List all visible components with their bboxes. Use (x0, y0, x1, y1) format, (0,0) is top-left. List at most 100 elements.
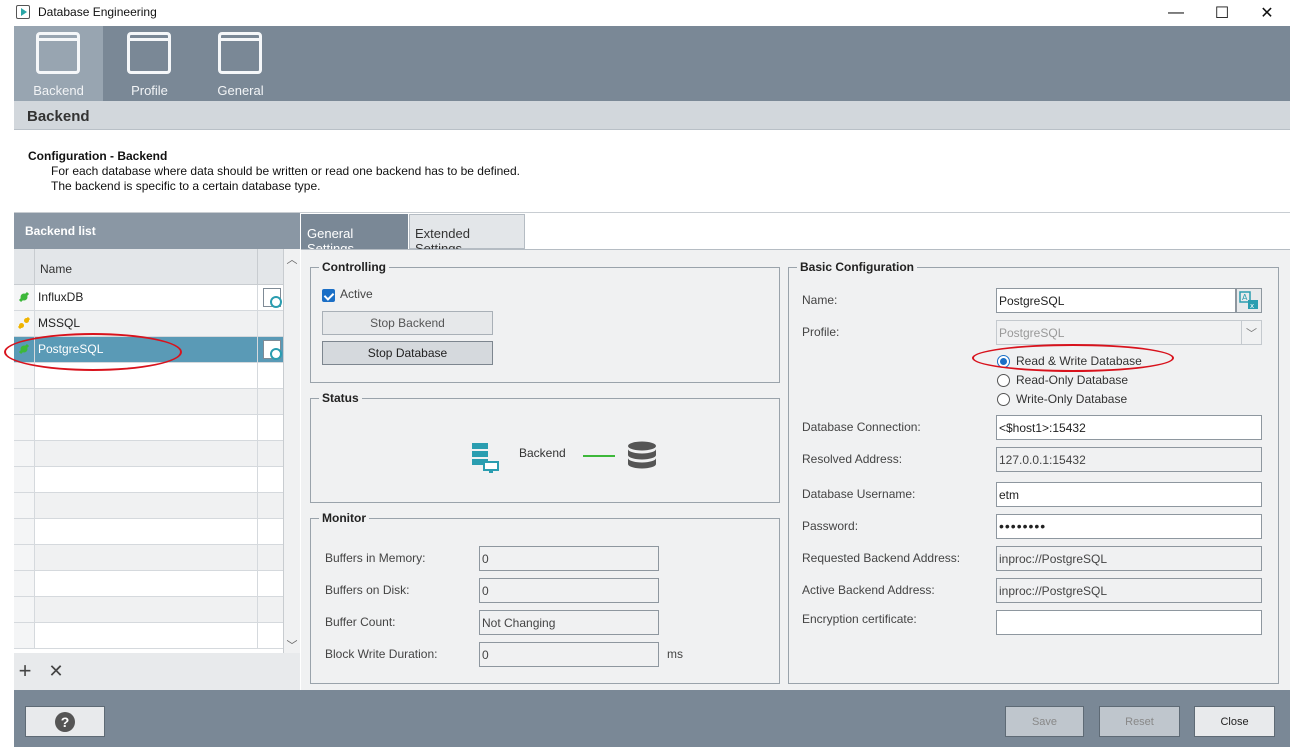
block-write-field: 0 (479, 642, 659, 667)
chevron-down-icon[interactable]: ﹀ (284, 637, 300, 652)
profile-select[interactable]: PostgreSQL ﹀ (996, 320, 1262, 345)
name-field[interactable]: PostgreSQL (996, 288, 1236, 313)
buffers-disk-label: Buffers on Disk: (325, 583, 410, 597)
write-only-radio[interactable] (997, 393, 1010, 406)
toolbar: Backend Profile General (14, 26, 1290, 101)
save-button[interactable]: Save (1005, 706, 1084, 737)
title-bar: Database Engineering — ☐ ✕ (0, 0, 1293, 26)
group-title: Status (319, 391, 362, 405)
buffer-count-field: Not Changing (479, 610, 659, 635)
config-cell[interactable] (259, 337, 283, 362)
toolbar-profile[interactable]: Profile (105, 26, 194, 101)
encryption-cert-label: Encryption certificate: (802, 612, 917, 626)
description-title: Configuration - Backend (28, 149, 168, 163)
write-only-label: Write-Only Database (1016, 392, 1128, 406)
monitor-group: Monitor Buffers in Memory: 0 Buffers on … (310, 511, 780, 684)
toolbar-profile-label: Profile (131, 83, 168, 98)
active-checkbox[interactable] (322, 289, 335, 302)
read-only-radio[interactable] (997, 374, 1010, 387)
table-row-empty (14, 597, 283, 623)
toolbar-backend-label: Backend (33, 83, 84, 98)
db-connection-field[interactable]: <$host1>:15432 (996, 415, 1262, 440)
table-header: Name (14, 249, 283, 285)
active-backend-field: inproc://PostgreSQL (996, 578, 1262, 603)
buffers-memory-label: Buffers in Memory: (325, 551, 426, 565)
toolbar-general-label: General (217, 83, 264, 98)
table-row-empty (14, 467, 283, 493)
status-group: Status Backend (310, 391, 780, 503)
config-cell (259, 311, 283, 336)
vertical-scrollbar[interactable]: ︿ ﹀ (284, 249, 300, 653)
buffer-count-label: Buffer Count: (325, 615, 396, 629)
window-title: Database Engineering (38, 5, 157, 19)
remove-backend-button[interactable]: ✕ (46, 661, 66, 681)
add-backend-button[interactable]: + (15, 660, 35, 682)
plug-connected-icon (18, 291, 30, 303)
db-username-field[interactable]: etm (996, 482, 1262, 507)
group-title: Controlling (319, 260, 389, 274)
table-row-empty (14, 493, 283, 519)
buffers-disk-field: 0 (479, 578, 659, 603)
toolbar-backend[interactable]: Backend (14, 26, 103, 101)
settings-content: Controlling Active Stop Backend Stop Dat… (301, 249, 1290, 690)
requested-backend-label: Requested Backend Address: (802, 551, 961, 565)
resolved-address-field: 127.0.0.1:15432 (996, 447, 1262, 472)
status-cell (14, 311, 35, 336)
db-connection-label: Database Connection: (802, 420, 921, 434)
encryption-cert-field[interactable] (996, 610, 1262, 635)
chevron-up-icon[interactable]: ︿ (284, 251, 300, 266)
minimize-button[interactable]: — (1153, 0, 1199, 26)
stop-database-button[interactable]: Stop Database (322, 341, 493, 365)
translate-button[interactable]: Ax (1236, 288, 1262, 313)
plug-disconnected-icon (18, 317, 30, 329)
close-button[interactable]: Close (1194, 706, 1275, 737)
table-row[interactable]: InfluxDB (14, 285, 283, 311)
active-backend-label: Active Backend Address: (802, 583, 935, 597)
backend-list-header: Backend list (14, 213, 300, 249)
read-only-label: Read-Only Database (1016, 373, 1129, 387)
window-icon (36, 32, 80, 74)
table-row-empty (14, 545, 283, 571)
tab-general-settings[interactable]: General Settings (301, 214, 408, 256)
database-icon (628, 441, 656, 469)
description-line: The backend is specific to a certain dat… (51, 179, 321, 193)
list-footer: + ✕ (14, 653, 300, 690)
server-icon (472, 443, 499, 473)
bottom-bar: ? Save Reset Close (14, 690, 1290, 747)
header-spacer (14, 249, 35, 285)
help-button[interactable]: ? (25, 706, 105, 737)
group-title: Monitor (319, 511, 369, 525)
svg-text:x: x (1250, 302, 1254, 310)
profile-value: PostgreSQL (999, 326, 1065, 340)
buffers-memory-field: 0 (479, 546, 659, 571)
config-cell[interactable] (259, 285, 283, 310)
table-row[interactable]: MSSQL (14, 311, 283, 337)
app-icon (16, 5, 30, 19)
description-line: For each database where data should be w… (51, 164, 520, 178)
active-label: Active (340, 287, 373, 301)
section-title: Backend (27, 108, 90, 125)
stop-backend-button[interactable]: Stop Backend (322, 311, 493, 335)
table-row-empty (14, 623, 283, 649)
column-header-name[interactable]: Name (36, 249, 258, 285)
highlight-ellipse (4, 333, 182, 371)
certificate-icon (263, 340, 282, 360)
group-title: Basic Configuration (797, 260, 918, 274)
password-field[interactable]: •••••••• (996, 514, 1262, 539)
backend-table: Name InfluxDB MSSQL PostgreSQL (14, 249, 284, 653)
close-window-button[interactable]: ✕ (1244, 0, 1290, 26)
settings-tabs: General Settings Extended Settings (301, 213, 1290, 256)
svg-text:A: A (1242, 293, 1248, 302)
window-icon (127, 32, 171, 74)
tab-extended-settings[interactable]: Extended Settings (409, 214, 525, 256)
reset-button[interactable]: Reset (1099, 706, 1180, 737)
certificate-icon (263, 288, 282, 308)
maximize-button[interactable]: ☐ (1199, 0, 1245, 26)
window-icon (218, 32, 262, 74)
toolbar-general[interactable]: General (196, 26, 285, 101)
status-cell (14, 285, 35, 310)
backend-name: MSSQL (36, 311, 258, 336)
password-label: Password: (802, 519, 859, 533)
chevron-down-icon[interactable]: ﹀ (1241, 321, 1261, 344)
table-row-empty (14, 571, 283, 597)
